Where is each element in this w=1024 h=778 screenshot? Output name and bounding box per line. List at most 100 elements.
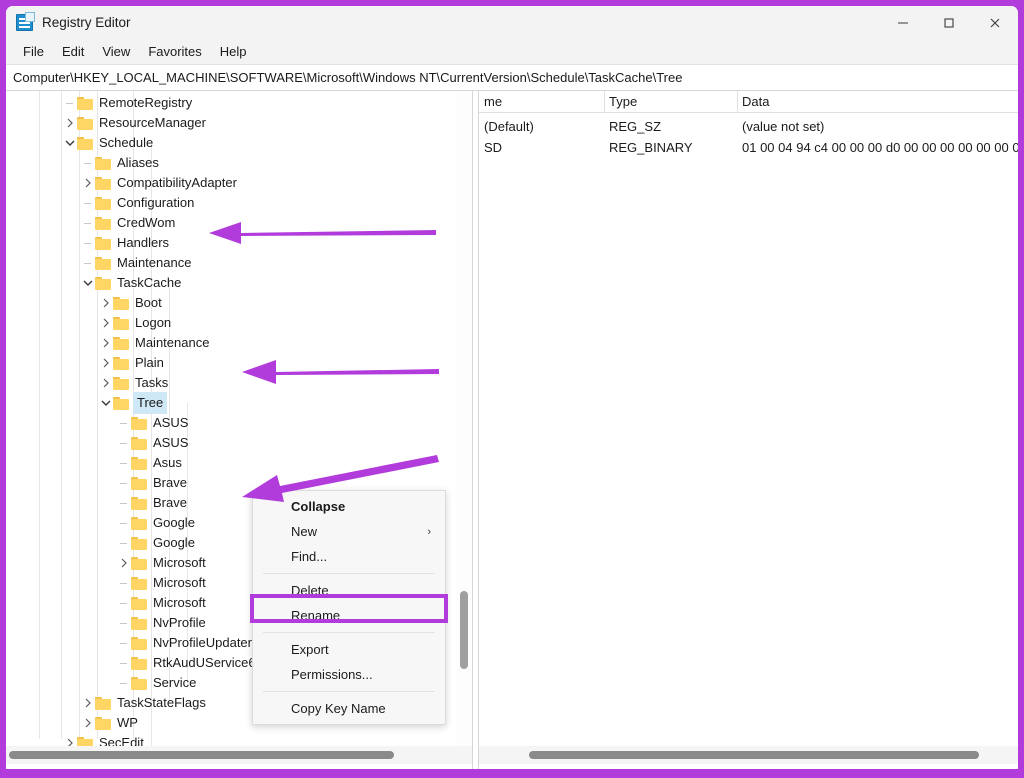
- tree-item[interactable]: Brave: [116, 493, 187, 513]
- tree-item[interactable]: WP: [80, 713, 138, 733]
- context-menu-item-label: Rename: [291, 608, 341, 623]
- maximize-button[interactable]: [926, 6, 972, 39]
- tree-item[interactable]: Microsoft: [116, 573, 206, 593]
- menu-edit[interactable]: Edit: [53, 41, 93, 62]
- chevron-right-icon[interactable]: [80, 713, 95, 733]
- minimize-button[interactable]: [880, 6, 926, 39]
- context-menu-item-label: Find...: [291, 549, 328, 564]
- tree-item[interactable]: Tasks: [98, 373, 168, 393]
- indent-guide: [39, 91, 40, 739]
- context-menu[interactable]: Collapse New › Find... Delete Rename Export Per…: [252, 490, 446, 725]
- chevron-right-icon[interactable]: [80, 173, 95, 193]
- chevron-right-icon[interactable]: [62, 113, 77, 133]
- tree-item[interactable]: Google: [116, 513, 195, 533]
- tree-item[interactable]: TaskStateFlags: [80, 693, 206, 713]
- tree-tick-icon: [80, 193, 95, 213]
- chevron-right-icon[interactable]: [98, 333, 113, 353]
- context-menu-item-delete[interactable]: Delete: [253, 578, 445, 603]
- tree-tick-icon: [116, 533, 131, 553]
- chevron-down-icon[interactable]: [62, 133, 77, 153]
- context-menu-item-find[interactable]: Find...: [253, 544, 445, 569]
- chevron-right-icon[interactable]: [98, 353, 113, 373]
- tree-item-label: Asus: [153, 455, 182, 470]
- folder-icon: [95, 236, 112, 250]
- tree-tick-icon: [116, 573, 131, 593]
- close-button[interactable]: [972, 6, 1018, 39]
- context-menu-item-rename[interactable]: Rename: [253, 603, 445, 628]
- tree-item[interactable]: Microsoft: [116, 553, 206, 573]
- folder-icon: [95, 176, 112, 190]
- values-hscroll-thumb[interactable]: [529, 751, 979, 759]
- context-menu-item-export[interactable]: Export: [253, 637, 445, 662]
- window-controls: [880, 6, 1018, 39]
- tree-item[interactable]: Google: [116, 533, 195, 553]
- tree-item[interactable]: CredWom: [80, 213, 175, 233]
- tree-item[interactable]: Configuration: [80, 193, 194, 213]
- tree-item-label: CompatibilityAdapter: [117, 175, 237, 190]
- tree-item[interactable]: Maintenance: [98, 333, 209, 353]
- column-separator[interactable]: [604, 91, 605, 113]
- tree-item[interactable]: TaskCache: [80, 273, 181, 293]
- menu-file[interactable]: File: [14, 41, 53, 62]
- values-header-row: me Type Data: [479, 91, 1018, 113]
- chevron-right-icon[interactable]: [80, 693, 95, 713]
- tree-hscroll-thumb[interactable]: [9, 751, 394, 759]
- column-header-name[interactable]: me: [484, 94, 502, 109]
- column-header-data[interactable]: Data: [742, 94, 769, 109]
- context-menu-item-permissions[interactable]: Permissions...: [253, 662, 445, 687]
- tree-item[interactable]: Tree: [98, 392, 168, 414]
- menu-view[interactable]: View: [93, 41, 139, 62]
- tree-item[interactable]: Schedule: [62, 133, 153, 153]
- registry-editor-window: Registry Editor File Edit View Favorites…: [6, 6, 1018, 769]
- tree-item[interactable]: Plain: [98, 353, 164, 373]
- tree-item[interactable]: Brave: [116, 473, 187, 493]
- tree-item[interactable]: Logon: [98, 313, 171, 333]
- context-menu-item-copykeyname[interactable]: Copy Key Name: [253, 696, 445, 721]
- tree-item-label: Google: [153, 515, 195, 530]
- folder-icon: [131, 576, 148, 590]
- chevron-right-icon[interactable]: [98, 373, 113, 393]
- tree-item-label: TaskCache: [117, 275, 182, 290]
- tree-item[interactable]: Service: [116, 673, 196, 693]
- context-menu-item-label: New: [291, 524, 318, 539]
- pane-divider: [472, 91, 473, 769]
- tree-tick-icon: [80, 153, 95, 173]
- tree-item[interactable]: ASUS: [116, 433, 188, 453]
- context-menu-item-new[interactable]: New ›: [253, 519, 445, 544]
- tree-item[interactable]: RemoteRegistry: [62, 93, 192, 113]
- menu-favorites[interactable]: Favorites: [139, 41, 210, 62]
- tree-item[interactable]: Maintenance: [80, 253, 191, 273]
- tree-item[interactable]: Aliases: [80, 153, 159, 173]
- chevron-right-icon[interactable]: [98, 293, 113, 313]
- tree-item[interactable]: ASUS: [116, 413, 188, 433]
- tree-item[interactable]: CompatibilityAdapter: [80, 173, 237, 193]
- menu-help[interactable]: Help: [211, 41, 256, 62]
- chevron-right-icon[interactable]: [116, 553, 131, 573]
- tree-item[interactable]: Asus: [116, 453, 182, 473]
- column-header-type[interactable]: Type: [609, 94, 637, 109]
- indent-guide: [61, 91, 62, 739]
- chevron-right-icon[interactable]: [98, 313, 113, 333]
- tree-scrollbar-thumb[interactable]: [460, 591, 468, 669]
- column-separator[interactable]: [737, 91, 738, 113]
- address-bar[interactable]: Computer\HKEY_LOCAL_MACHINE\SOFTWARE\Mic…: [6, 64, 1018, 91]
- tree-item[interactable]: SecEdit: [62, 733, 144, 746]
- registry-values-pane[interactable]: me Type Data (Default) REG_SZ (value not s…: [479, 91, 1018, 746]
- tree-item[interactable]: Boot: [98, 293, 162, 313]
- tree-horizontal-scrollbar[interactable]: [6, 746, 472, 764]
- chevron-down-icon[interactable]: [80, 273, 95, 293]
- values-horizontal-scrollbar[interactable]: [479, 746, 1018, 764]
- tree-vertical-scrollbar[interactable]: [456, 91, 471, 746]
- context-menu-item-collapse[interactable]: Collapse: [253, 494, 445, 519]
- submenu-chevron-icon: ›: [427, 525, 431, 538]
- chevron-down-icon[interactable]: [98, 393, 113, 413]
- tree-item-label: Plain: [135, 355, 164, 370]
- value-type-cell: REG_SZ: [609, 119, 662, 134]
- folder-icon: [131, 616, 148, 630]
- tree-item[interactable]: Handlers: [80, 233, 169, 253]
- tree-item[interactable]: Microsoft: [116, 593, 206, 613]
- tree-item[interactable]: ResourceManager: [62, 113, 206, 133]
- chevron-right-icon[interactable]: [62, 733, 77, 746]
- tree-item[interactable]: NvProfile: [116, 613, 206, 633]
- folder-icon: [131, 496, 148, 510]
